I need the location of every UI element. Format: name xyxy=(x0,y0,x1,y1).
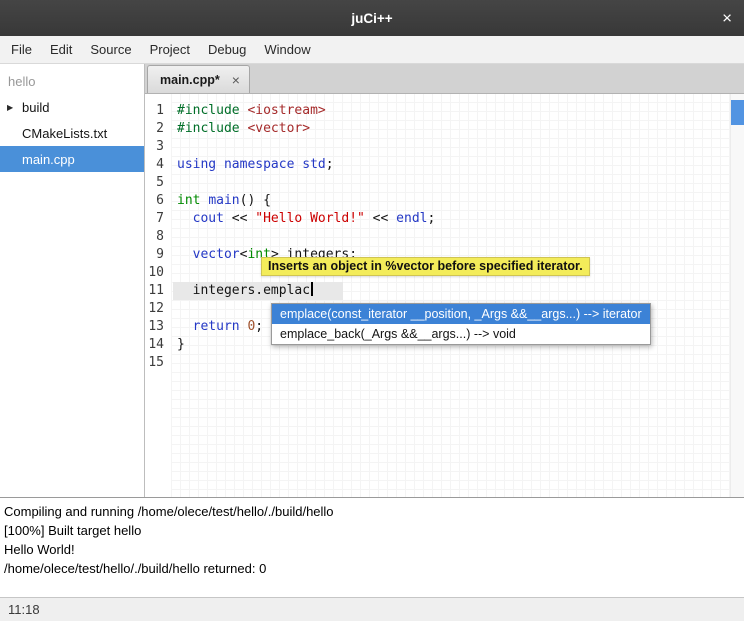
chevron-right-icon[interactable]: ▶ xyxy=(7,103,13,112)
sidebar-item-cmakelists-txt[interactable]: CMakeLists.txt xyxy=(0,120,144,146)
terminal-line: Hello World! xyxy=(4,540,740,559)
sidebar-item-build[interactable]: ▶ build xyxy=(0,94,144,120)
tree-item-label: build xyxy=(22,100,49,115)
line-number: 7 xyxy=(145,210,171,228)
scrollbar-thumb[interactable] xyxy=(731,100,744,125)
code-token xyxy=(177,319,193,334)
project-name-label: hello xyxy=(0,68,144,94)
line-number: 8 xyxy=(145,228,171,246)
code-line: int main() { xyxy=(171,192,730,210)
code-token: () { xyxy=(240,193,271,208)
code-token: return xyxy=(193,319,240,334)
tree-item-label: CMakeLists.txt xyxy=(22,126,107,141)
titlebar[interactable]: juCi++ × xyxy=(0,0,744,36)
code-token: #include xyxy=(177,121,240,136)
code-token: int xyxy=(177,193,200,208)
code-line xyxy=(171,354,730,372)
code-token: <vector> xyxy=(247,121,310,136)
terminal-line: /home/olece/test/hello/./build/hello ret… xyxy=(4,559,740,578)
code-token: #include xyxy=(177,103,240,118)
menu-item-debug[interactable]: Debug xyxy=(199,37,255,62)
code-token: ; xyxy=(326,157,334,172)
code-line: integers.emplac xyxy=(171,282,730,300)
code-token: integers.emplac xyxy=(177,283,310,298)
tab-main-cpp[interactable]: main.cpp* × xyxy=(147,65,250,93)
code-token: namespace xyxy=(224,157,294,172)
doc-tooltip: Inserts an object in %vector before spec… xyxy=(261,257,590,276)
editor-scrollbar[interactable] xyxy=(730,94,744,497)
code-line: #include <iostream> xyxy=(171,102,730,120)
line-number: 13 xyxy=(145,318,171,336)
code-token: ; xyxy=(427,211,435,226)
menubar: FileEditSourceProjectDebugWindow xyxy=(0,36,744,64)
file-tree: ▶ build CMakeLists.txt main.cpp xyxy=(0,94,144,172)
code-line xyxy=(171,138,730,156)
code-token: << xyxy=(365,211,396,226)
app-window: juCi++ × FileEditSourceProjectDebugWindo… xyxy=(0,0,744,621)
completion-item[interactable]: emplace_back(_Args &&__args...) --> void xyxy=(272,324,650,344)
tabbar: main.cpp* × xyxy=(145,64,744,94)
tab-close-icon[interactable]: × xyxy=(232,73,240,87)
main-area: hello ▶ build CMakeLists.txt main.cpp main.… xyxy=(0,64,744,497)
code-token xyxy=(216,157,224,172)
code-token: vector xyxy=(193,247,240,262)
line-number: 1 xyxy=(145,102,171,120)
line-number: 14 xyxy=(145,336,171,354)
code-token: main xyxy=(208,193,239,208)
editor: 123456789101112131415 #include <iostream… xyxy=(145,94,744,497)
code-token xyxy=(177,247,193,262)
line-number: 9 xyxy=(145,246,171,264)
code-token: } xyxy=(177,337,185,352)
statusbar: 11:18 xyxy=(0,597,744,621)
line-number: 12 xyxy=(145,300,171,318)
code-token xyxy=(177,211,193,226)
code-token: using xyxy=(177,157,216,172)
menu-item-file[interactable]: File xyxy=(2,37,41,62)
code-line: using namespace std; xyxy=(171,156,730,174)
completion-item[interactable]: emplace(const_iterator __position, _Args… xyxy=(272,304,650,324)
close-icon[interactable]: × xyxy=(722,10,732,27)
tree-item-label: main.cpp xyxy=(22,152,75,167)
sidebar-item-main-cpp[interactable]: main.cpp xyxy=(0,146,144,172)
menu-item-edit[interactable]: Edit xyxy=(41,37,81,62)
code-token: << xyxy=(224,211,255,226)
output-panel[interactable]: Compiling and running /home/olece/test/h… xyxy=(0,497,744,597)
editor-column: main.cpp* × 123456789101112131415 #inclu… xyxy=(145,64,744,497)
code-line xyxy=(171,174,730,192)
line-number: 4 xyxy=(145,156,171,174)
code-token: endl xyxy=(396,211,427,226)
code-token: "Hello World!" xyxy=(255,211,365,226)
code-token: std xyxy=(302,157,325,172)
menu-item-project[interactable]: Project xyxy=(141,37,199,62)
line-number: 15 xyxy=(145,354,171,372)
line-number: 2 xyxy=(145,120,171,138)
code-line: cout << "Hello World!" << endl; xyxy=(171,210,730,228)
window-title: juCi++ xyxy=(351,11,392,26)
cursor-position: 11:18 xyxy=(8,602,40,617)
code-editor[interactable]: #include <iostream>#include <vector>usin… xyxy=(171,94,730,497)
tab-label: main.cpp* xyxy=(160,73,220,87)
code-token: cout xyxy=(193,211,224,226)
completion-popup: emplace(const_iterator __position, _Args… xyxy=(271,303,651,345)
line-number-gutter: 123456789101112131415 xyxy=(145,94,171,497)
line-number: 3 xyxy=(145,138,171,156)
line-number: 11 xyxy=(145,282,171,300)
code-token: <iostream> xyxy=(247,103,325,118)
code-token: ; xyxy=(255,319,263,334)
code-line xyxy=(171,228,730,246)
line-number: 5 xyxy=(145,174,171,192)
menu-item-source[interactable]: Source xyxy=(81,37,140,62)
line-number: 6 xyxy=(145,192,171,210)
line-number: 10 xyxy=(145,264,171,282)
text-cursor xyxy=(311,282,313,296)
terminal-line: Compiling and running /home/olece/test/h… xyxy=(4,502,740,521)
terminal-line: [100%] Built target hello xyxy=(4,521,740,540)
file-browser-sidebar: hello ▶ build CMakeLists.txt main.cpp xyxy=(0,64,145,497)
menu-item-window[interactable]: Window xyxy=(255,37,319,62)
code-line: #include <vector> xyxy=(171,120,730,138)
